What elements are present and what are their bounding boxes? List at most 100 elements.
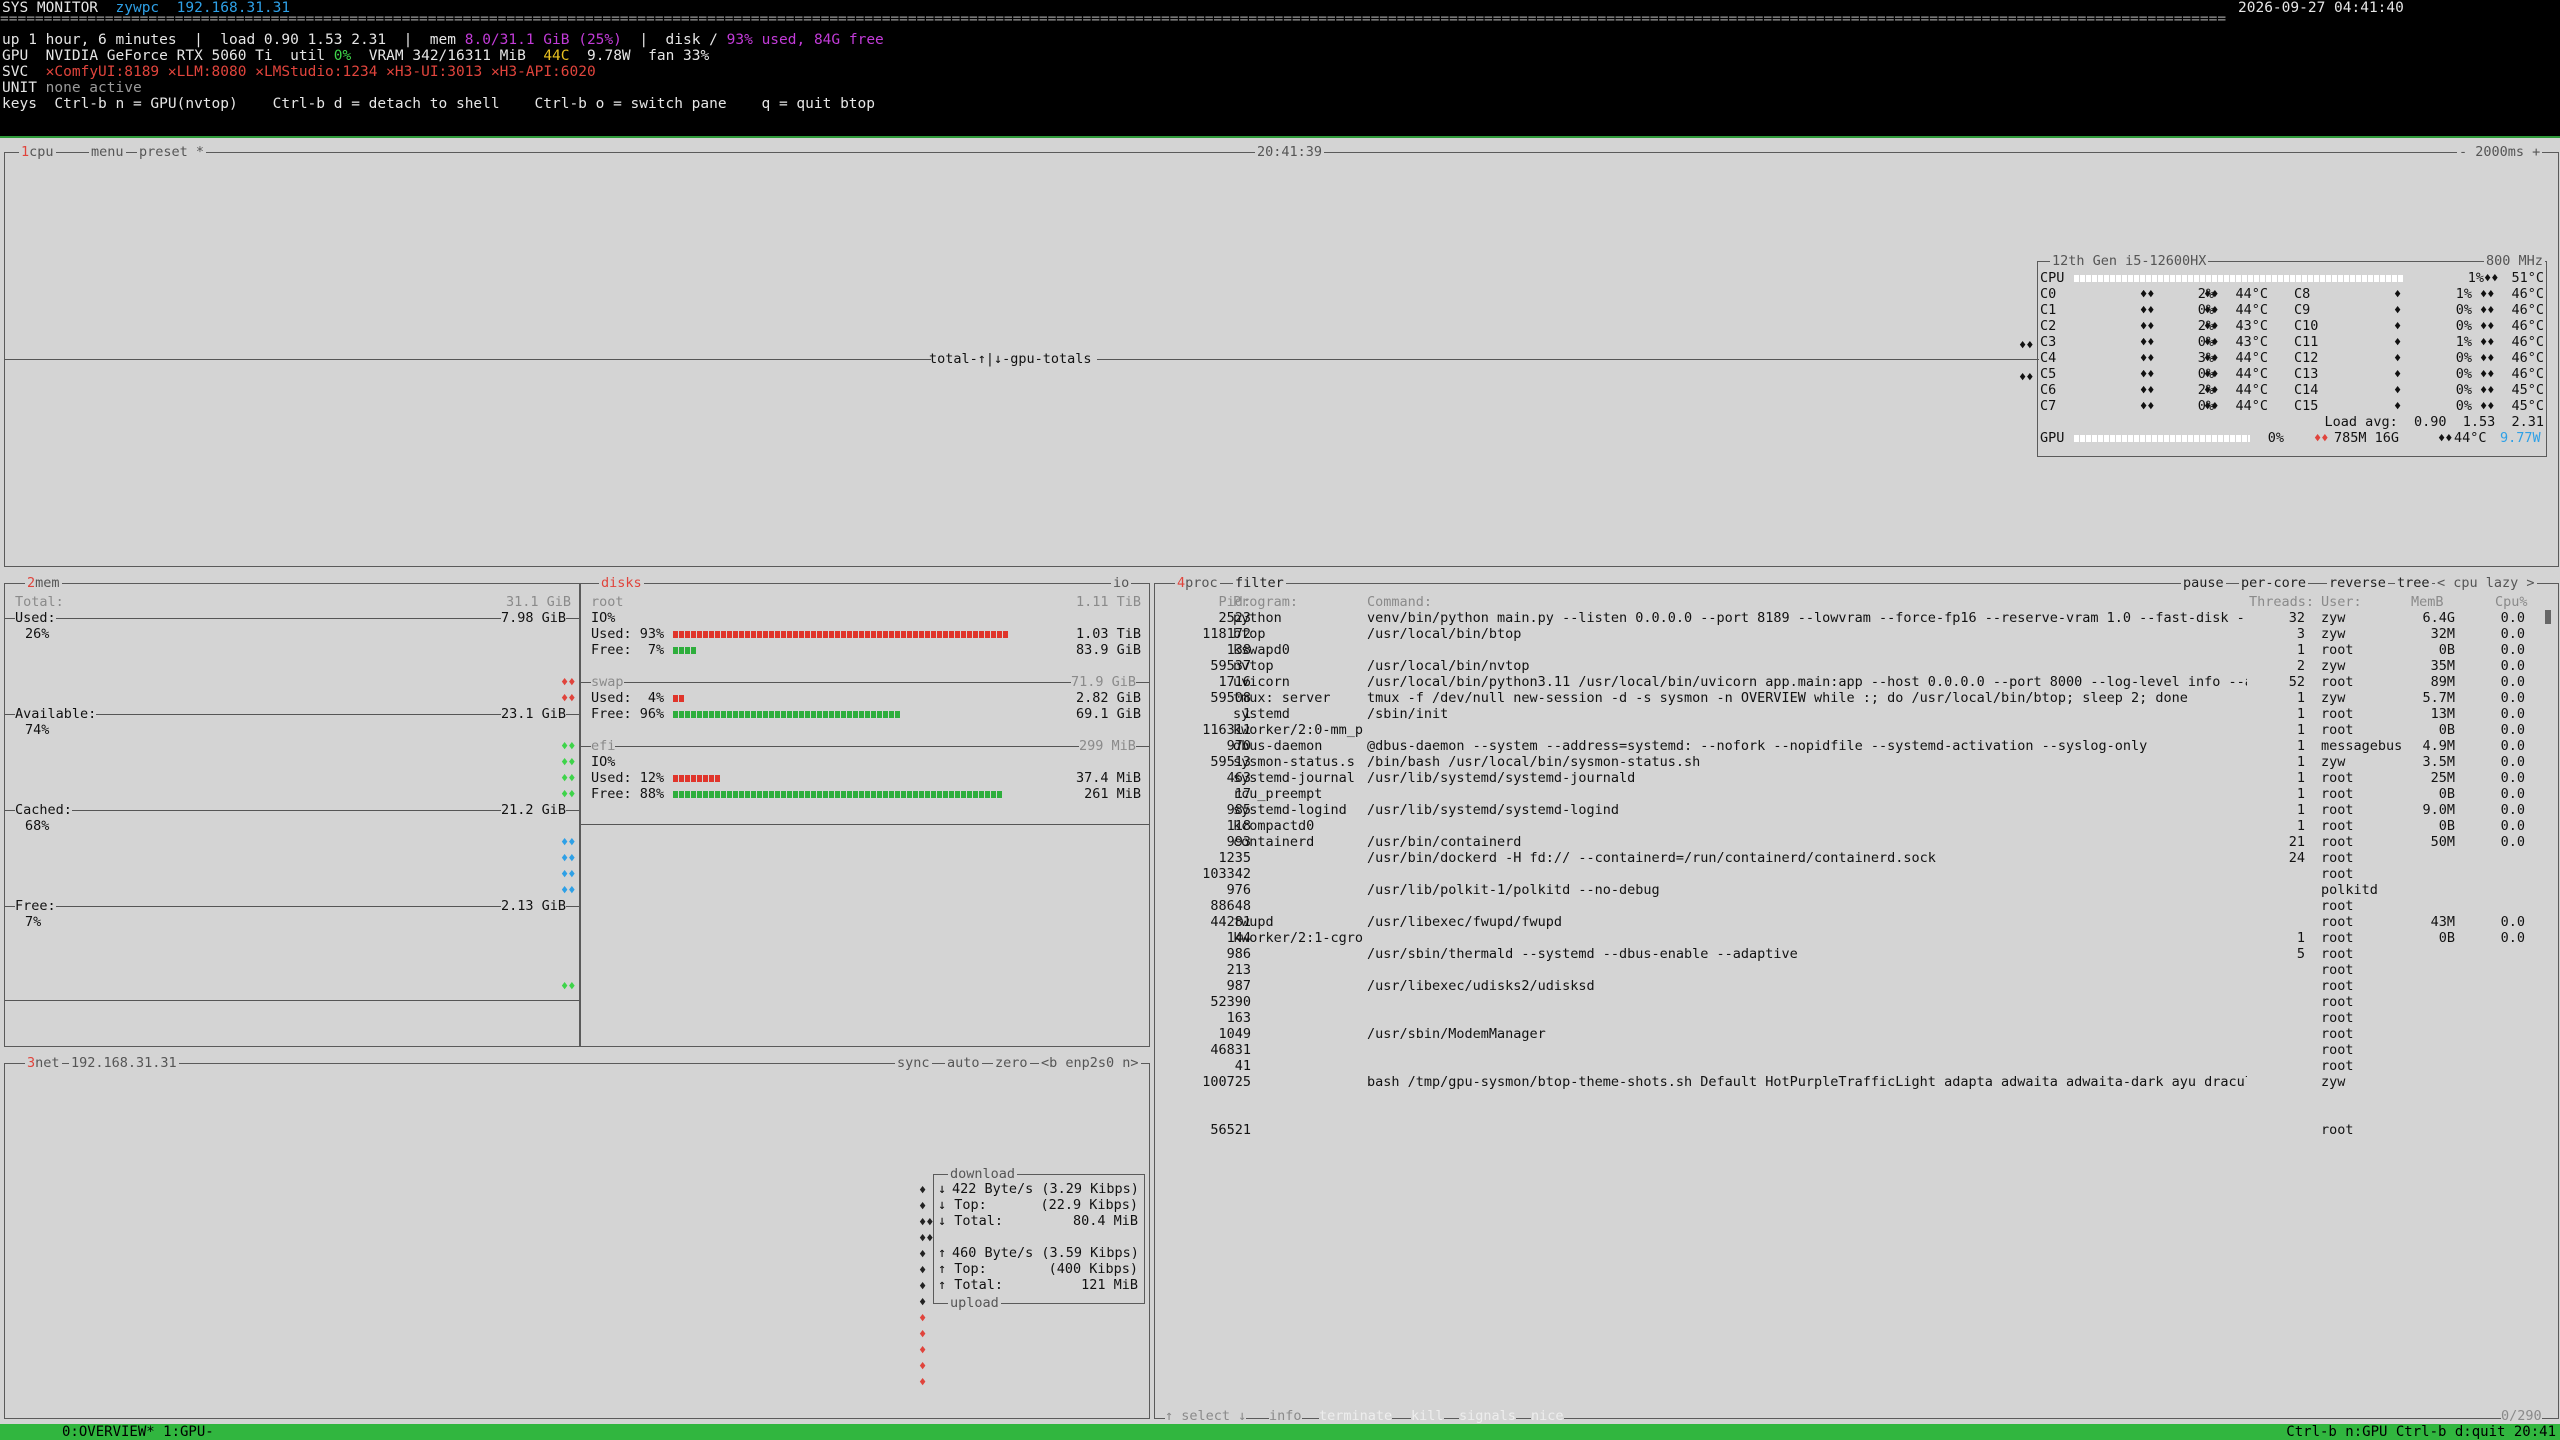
table-row[interactable]: 987/usr/libexec/udisks2/udisksd root <box>1155 978 2545 994</box>
preset-button[interactable]: preset * <box>137 144 207 160</box>
proc-user: root <box>2321 1026 2354 1042</box>
cpu-tab[interactable]: 1cpu <box>19 144 56 160</box>
net-graph-marker: ♦ <box>919 1263 927 1277</box>
table-row[interactable]: 463 systemd-journal/usr/lib/systemd/syste… <box>1155 770 2545 786</box>
sort-selector[interactable]: < cpu lazy > <box>2435 575 2537 591</box>
footer-kill[interactable]: kill <box>1411 1408 1444 1424</box>
table-row[interactable]: 2523 python venv/bin/python main.py --list… <box>1155 610 2545 626</box>
refresh-rate-control[interactable]: - 2000ms + <box>2457 144 2543 160</box>
table-row[interactable]: 138 kswapd0 1 root 0B 0.0 <box>1155 642 2545 658</box>
proc-mem: 43M <box>2430 914 2455 930</box>
reverse-toggle[interactable]: reverse <box>2327 575 2388 591</box>
net-tab[interactable]: 3net <box>25 1055 62 1071</box>
table-row[interactable]: 976/usr/lib/polkit-1/polkitd --no-debug p… <box>1155 882 2545 898</box>
footer-signals[interactable]: signals <box>1459 1408 1516 1424</box>
proc-mem: 25M <box>2430 770 2455 786</box>
col-cpu[interactable]: Cpu% <box>2495 594 2528 610</box>
gpu-row-label: GPU <box>2040 430 2065 446</box>
table-row[interactable]: 100725 bash /tmp/gpu-sysmon/btop-theme-sh… <box>1155 1074 2545 1090</box>
footer-select[interactable]: ↑ select ↓ <box>1165 1408 1247 1424</box>
table-row[interactable]: 213 root <box>1155 962 2545 978</box>
root-used-bar <box>673 631 1009 638</box>
table-row[interactable]: 46831 root <box>1155 1042 2545 1058</box>
proc-threads: 1 <box>2296 786 2305 802</box>
col-program[interactable]: Program: <box>1233 594 1298 610</box>
table-row[interactable]: 1049/usr/sbin/ModemManager root <box>1155 1026 2545 1042</box>
core-temp-marker: ♦♦ <box>2204 399 2219 413</box>
core-name: C15 <box>2294 398 2319 414</box>
proc-pid: 52390 <box>1210 994 1251 1010</box>
proc-threads: 2 <box>2296 658 2305 674</box>
interface-selector[interactable]: <b enp2s0 n> <box>1039 1055 1141 1071</box>
table-row[interactable]: 986/usr/sbin/thermald --systemd --dbus-e… <box>1155 946 2545 962</box>
sync-toggle[interactable]: sync <box>895 1055 932 1071</box>
menu-button[interactable]: menu <box>89 144 126 160</box>
table-row[interactable]: 1716 uvicorn/usr/local/bin/python3.11 /us… <box>1155 674 2545 690</box>
tree-toggle[interactable]: tree <box>2395 575 2432 591</box>
table-row[interactable]: 163 root <box>1155 1010 2545 1026</box>
table-row[interactable]: 116311 kworker/2:0-mm_p 1 root 0B 0.0 <box>1155 722 2545 738</box>
keys-label: keys <box>2 96 37 112</box>
core-activity-marker: ♦ <box>2394 351 2402 365</box>
io-toggle[interactable]: io <box>1111 575 1132 591</box>
filter-button[interactable]: filter <box>1233 575 1286 591</box>
table-row[interactable] <box>1155 1106 2545 1122</box>
proc-panel: 4proc filter pause per-core reverse tree… <box>1154 575 2559 1424</box>
footer-nice[interactable]: nice <box>1531 1408 1564 1424</box>
core-name: C9 <box>2294 302 2311 318</box>
table-row[interactable]: 59508 tmux: server tmux -f /dev/null new-s… <box>1155 690 2545 706</box>
col-threads[interactable]: Threads: <box>2249 594 2314 610</box>
table-row[interactable]: 1235/usr/bin/dockerd -H fd:// --containe… <box>1155 850 2545 866</box>
mem-tab[interactable]: 2mem <box>25 575 62 591</box>
table-row[interactable]: 56521 root <box>1155 1122 2545 1138</box>
auto-toggle[interactable]: auto <box>945 1055 982 1071</box>
table-row[interactable]: 1 systemd/sbin/init 1 root 13M 0.0 <box>1155 706 2545 722</box>
table-row[interactable]: 118172 btop/usr/local/bin/btop 3 zyw 32M 0.0 <box>1155 626 2545 642</box>
core-usage-pct: 1% <box>2455 286 2472 302</box>
pause-button[interactable]: pause <box>2181 575 2226 591</box>
proc-command: /usr/sbin/thermald --systemd --dbus-enab… <box>1367 946 1798 962</box>
core-activity-marker: ♦♦ <box>2140 335 2155 349</box>
table-row[interactable]: 993 containerd/usr/bin/containerd 21 root 50… <box>1155 834 2545 850</box>
upload-arrow: ↑ <box>938 1245 947 1261</box>
core-usage-pct: 0% <box>2455 382 2472 398</box>
proc-cpu: 0.0 <box>2500 770 2525 786</box>
col-command[interactable]: Command: <box>1367 594 1432 610</box>
disks-title[interactable]: disks <box>599 575 644 591</box>
table-row[interactable]: 88648 root <box>1155 898 2545 914</box>
footer-terminate[interactable]: terminate <box>1319 1408 1393 1424</box>
scrollbar-thumb[interactable] <box>2545 610 2551 624</box>
gpu-usage-pct: 0% <box>2267 430 2284 446</box>
zero-toggle[interactable]: zero <box>993 1055 1030 1071</box>
table-row[interactable]: 52390 root <box>1155 994 2545 1010</box>
core-name: C10 <box>2294 318 2319 334</box>
net-panel: 3net 192.168.31.31 sync auto zero <b enp… <box>4 1055 1150 1419</box>
table-row[interactable]: 17 rcu_preempt 1 root 0B 0.0 <box>1155 786 2545 802</box>
table-row[interactable]: 59537 nvtop/usr/local/bin/nvtop 2 zyw 35M 0.0 <box>1155 658 2545 674</box>
proc-cpu: 0.0 <box>2500 626 2525 642</box>
table-row[interactable]: 103342 root <box>1155 866 2545 882</box>
table-row[interactable]: 985 systemd-logind/usr/lib/systemd/system… <box>1155 802 2545 818</box>
table-row[interactable]: 970 dbus-daemon @dbus-daemon --system --ad… <box>1155 738 2545 754</box>
tmux-sessions[interactable]: 0:OVERVIEW* 1:GPU- <box>62 1424 214 1440</box>
auto-label: auto <box>947 1055 980 1071</box>
root-used: 1.03 TiB <box>1075 626 1141 642</box>
table-row[interactable]: 59513 sysmon-status.s/bin/bash /usr/local… <box>1155 754 2545 770</box>
per-core-toggle[interactable]: per-core <box>2239 575 2309 591</box>
proc-threads: 5 <box>2296 946 2305 962</box>
table-row[interactable]: 118 kcompactd0 1 root 0B 0.0 <box>1155 818 2545 834</box>
proc-cpu: 0.0 <box>2500 818 2525 834</box>
col-mem[interactable]: MemB <box>2411 594 2444 610</box>
graph-marker-1: ♦♦ <box>2019 338 2034 352</box>
table-row[interactable]: 41 root <box>1155 1058 2545 1074</box>
proc-mem: 4.9M <box>2422 738 2455 754</box>
table-row[interactable]: 144 kworker/2:1-cgro 1 root 0B 0.0 <box>1155 930 2545 946</box>
table-row[interactable] <box>1155 1090 2545 1106</box>
ul-total: 121 MiB <box>1081 1277 1138 1293</box>
table-row[interactable]: 44281 fwupd/usr/libexec/fwupd/fwupd root 43… <box>1155 914 2545 930</box>
proc-tab[interactable]: 4proc <box>1175 575 1220 591</box>
col-user[interactable]: User: <box>2321 594 2362 610</box>
footer-info[interactable]: info <box>1269 1408 1302 1424</box>
ul-total-label-text: Total: <box>954 1277 1004 1293</box>
dl-total: 80.4 MiB <box>1072 1213 1138 1229</box>
